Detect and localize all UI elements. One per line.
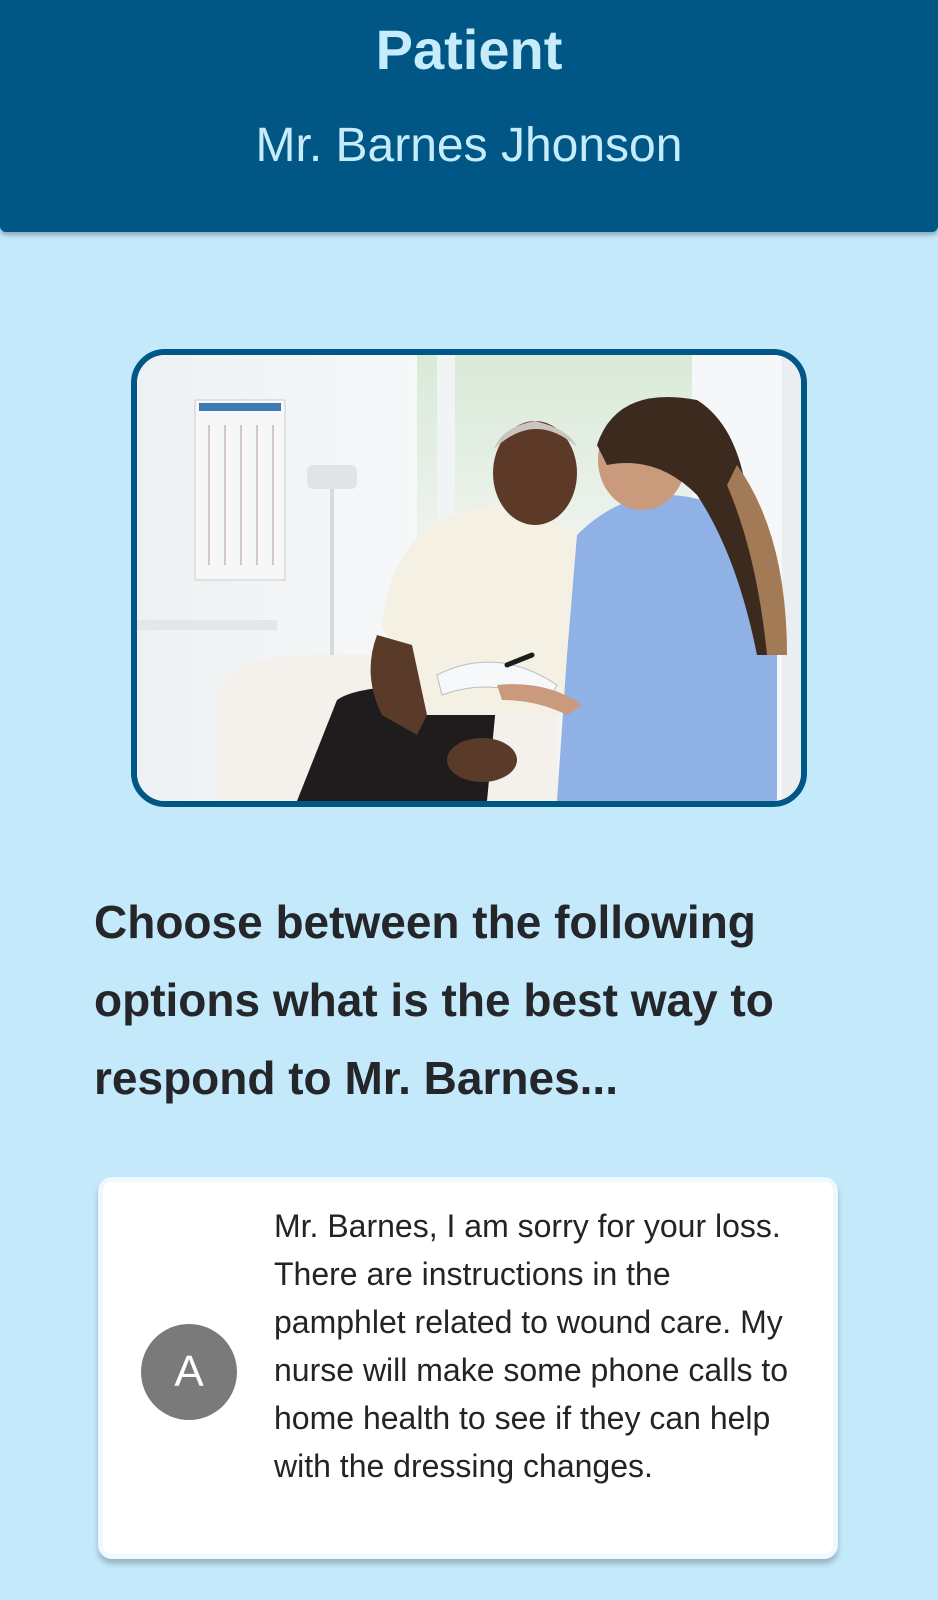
nurse-with-patient-illustration: [137, 355, 801, 801]
patient-name: Mr. Barnes Jhonson: [255, 119, 683, 172]
option-a-card[interactable]: A Mr. Barnes, I am sorry for your loss. …: [98, 1177, 838, 1559]
option-a-text: Mr. Barnes, I am sorry for your loss. Th…: [274, 1208, 789, 1484]
patient-header: Patient Mr. Barnes Jhonson: [0, 0, 938, 232]
header-title: Patient: [375, 18, 563, 81]
option-a-letter-badge: A: [141, 1324, 237, 1420]
question-prompt: Choose between the following options wha…: [94, 896, 774, 1104]
patient-photo: [131, 349, 807, 807]
